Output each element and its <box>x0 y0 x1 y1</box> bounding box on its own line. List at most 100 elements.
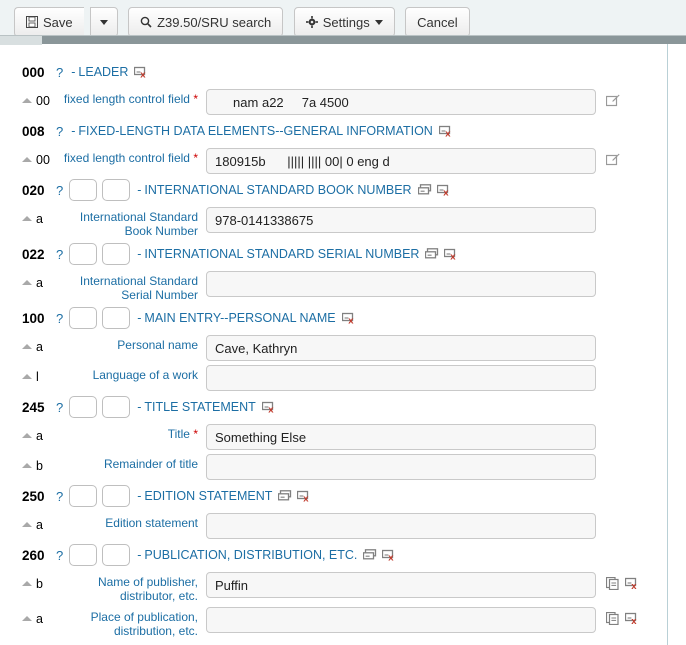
subfield-clone-icon[interactable] <box>605 611 619 626</box>
z3950-sru-search-button[interactable]: Z39.50/SRU search <box>128 7 284 37</box>
marc-field-header: 245? - TITLE STATEMENT x <box>0 394 667 420</box>
subfield-collapse-toggle[interactable] <box>22 572 36 586</box>
indicator-1-input[interactable] <box>69 179 98 201</box>
control-field-editor-icon[interactable] <box>605 94 620 107</box>
marc-tag-description: INTERNATIONAL STANDARD BOOK NUMBER <box>144 183 412 197</box>
tag-delete-icon[interactable]: x <box>261 401 277 416</box>
subfield-collapse-toggle[interactable] <box>22 365 36 379</box>
tag-repeat-icon[interactable] <box>425 248 439 260</box>
subfield-code: b <box>36 459 43 473</box>
subfield-clone-icon[interactable] <box>605 576 619 591</box>
tag-help-link[interactable]: ? <box>56 548 63 563</box>
tag-help-link[interactable]: ? <box>56 65 63 80</box>
indicator-1-input[interactable] <box>69 485 98 507</box>
tag-repeat-icon[interactable] <box>278 490 292 502</box>
cancel-button[interactable]: Cancel <box>405 7 470 37</box>
tag-help-link[interactable]: ? <box>56 489 63 504</box>
tag-help-link[interactable]: ? <box>56 400 63 415</box>
cancel-button-label: Cancel <box>417 14 458 30</box>
indicator-1-input[interactable] <box>69 243 98 265</box>
tag-help-link[interactable]: ? <box>56 311 63 326</box>
tag-repeat-icon[interactable] <box>363 549 377 561</box>
indicator-2-input[interactable] <box>102 243 131 265</box>
subfield-value-input[interactable] <box>206 607 596 633</box>
horizontal-scrollbar[interactable] <box>0 35 686 45</box>
required-asterisk: * <box>189 427 198 441</box>
marc-fields-container: 000? - LEADER x 00 fixed length control field… <box>0 44 667 638</box>
indicator-2-input[interactable] <box>102 396 131 418</box>
tag-separator: - <box>137 247 142 261</box>
indicator-2-input[interactable] <box>102 485 131 507</box>
subfield-label: International Standard Serial Number <box>58 271 206 302</box>
marc-field-actions: x <box>417 184 452 199</box>
subfield-delete-icon[interactable]: x <box>624 612 640 627</box>
subfield-collapse-toggle[interactable] <box>22 335 36 349</box>
indicator-2-input[interactable] <box>102 544 131 566</box>
tag-help-link[interactable]: ? <box>56 183 63 198</box>
subfield-value-input[interactable] <box>206 207 596 233</box>
subfield-collapse-toggle[interactable] <box>22 148 36 162</box>
control-field-editor-icon[interactable] <box>605 153 620 166</box>
subfield-value-input[interactable] <box>206 365 596 391</box>
tag-delete-icon[interactable]: x <box>444 248 459 263</box>
subfield-delete-icon[interactable]: x <box>624 577 640 592</box>
tag-delete-icon[interactable]: x <box>341 312 357 327</box>
collapse-triangle-icon <box>22 216 32 221</box>
marc-field: 260? - PUBLICATION, DISTRIBUTION, ETC. x b Na… <box>0 542 667 638</box>
settings-button[interactable]: Settings <box>293 7 395 37</box>
marc-tag-number: 022 <box>22 246 45 262</box>
subfield-collapse-toggle[interactable] <box>22 513 36 527</box>
subfield-code: l <box>36 370 39 384</box>
indicator-2-input[interactable] <box>102 307 131 329</box>
marc-field-header: 100? - MAIN ENTRY--PERSONAL NAME x <box>0 305 667 331</box>
subfield-collapse-toggle[interactable] <box>22 207 36 221</box>
marc-record-editor: 000? - LEADER x 00 fixed length control field… <box>0 44 668 645</box>
subfield-collapse-toggle[interactable] <box>22 424 36 438</box>
tag-delete-icon[interactable]: x <box>134 66 149 81</box>
tag-delete-icon[interactable]: x <box>297 490 312 505</box>
subfield-value-input[interactable] <box>206 89 596 115</box>
marc-subfield-row: a Place of publication, distribution, etc… <box>0 607 667 638</box>
marc-subfield-row: b Remainder of title <box>0 454 667 480</box>
svg-text:x: x <box>304 494 310 502</box>
subfield-label-text: Remainder of title <box>103 457 198 471</box>
subfield-collapse-toggle[interactable] <box>22 89 36 103</box>
subfield-value-input[interactable] <box>206 513 596 539</box>
marc-field-header: 008? - FIXED-LENGTH DATA ELEMENTS--GENERAL… <box>0 118 667 144</box>
settings-button-label: Settings <box>322 14 370 30</box>
subfield-collapse-toggle[interactable] <box>22 271 36 285</box>
indicator-1-input[interactable] <box>69 544 98 566</box>
marc-field-actions: x <box>363 549 397 564</box>
subfield-value-input[interactable] <box>206 148 596 174</box>
tag-repeat-icon[interactable] <box>417 184 432 196</box>
indicator-1-input[interactable] <box>69 307 98 329</box>
required-asterisk: * <box>189 92 198 106</box>
magnifier-icon <box>140 16 152 28</box>
collapse-triangle-icon <box>22 280 32 285</box>
subfield-value-input[interactable] <box>206 335 596 361</box>
tag-delete-icon[interactable]: x <box>382 549 397 564</box>
subfield-label-text: fixed length control field <box>63 92 190 106</box>
subfield-code: a <box>36 612 43 626</box>
indicator-2-input[interactable] <box>102 179 131 201</box>
subfield-label-text: Language of a work <box>92 368 198 382</box>
marc-subfield-row: a International Standard Serial Number <box>0 271 667 302</box>
save-dropdown-toggle[interactable] <box>89 7 118 37</box>
subfield-value-input[interactable] <box>206 572 596 598</box>
subfield-value-input[interactable] <box>206 424 596 450</box>
subfield-collapse-toggle[interactable] <box>22 454 36 468</box>
subfield-label-text: Personal name <box>117 338 198 352</box>
tag-help-link[interactable]: ? <box>56 124 63 139</box>
marc-field: 020? - INTERNATIONAL STANDARD BOOK NUMBER x… <box>0 177 667 238</box>
collapse-triangle-icon <box>22 463 32 468</box>
marc-tag-description: PUBLICATION, DISTRIBUTION, ETC. <box>144 548 358 562</box>
tag-help-link[interactable]: ? <box>56 247 63 262</box>
subfield-collapse-toggle[interactable] <box>22 607 36 621</box>
indicator-1-input[interactable] <box>69 396 98 418</box>
subfield-label: Edition statement <box>58 513 206 530</box>
tag-delete-icon[interactable]: x <box>436 184 452 199</box>
save-button[interactable]: Save <box>14 7 84 37</box>
tag-delete-icon[interactable]: x <box>438 125 454 140</box>
subfield-value-input[interactable] <box>206 271 596 297</box>
subfield-value-input[interactable] <box>206 454 596 480</box>
